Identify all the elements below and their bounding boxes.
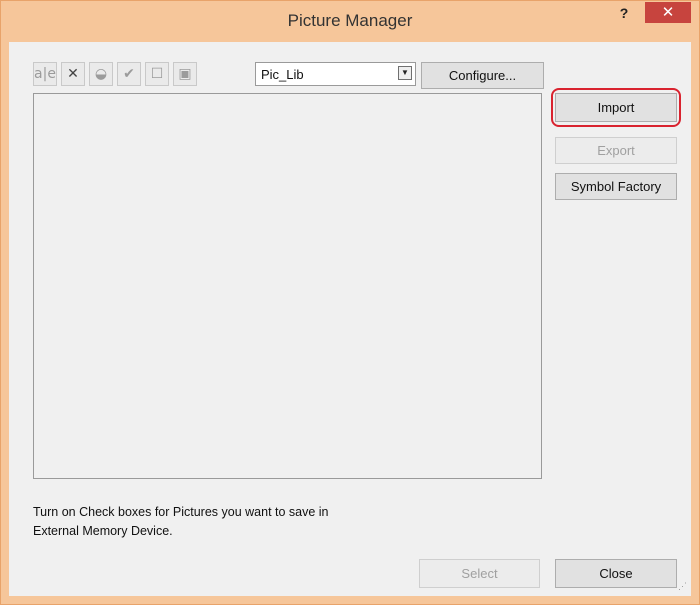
library-select[interactable]: Pic_Lib ▼ <box>255 62 416 86</box>
window-title: Picture Manager <box>287 11 413 30</box>
uncheck-icon[interactable]: ☐ <box>145 62 169 86</box>
resize-grip-icon[interactable]: ⋰ <box>678 581 687 592</box>
delete-icon[interactable]: ✕ <box>61 62 85 86</box>
check-icon[interactable]: ✔ <box>117 62 141 86</box>
title-bar[interactable]: Picture Manager ? ✕ <box>1 1 699 41</box>
close-button[interactable]: Close <box>555 559 677 588</box>
window-close-button[interactable]: ✕ <box>645 2 691 23</box>
info-text: Turn on Check boxes for Pictures you wan… <box>33 503 413 541</box>
chevron-down-icon[interactable]: ▼ <box>398 66 412 80</box>
properties-icon[interactable]: ▣ <box>173 62 197 86</box>
info-line-1: Turn on Check boxes for Pictures you wan… <box>33 505 329 519</box>
import-highlight <box>551 88 681 127</box>
picture-list[interactable] <box>33 93 542 479</box>
configure-button[interactable]: Configure... <box>421 62 544 89</box>
rename-icon[interactable]: a|e <box>33 62 57 86</box>
dialog-client-area: a|e ✕ ◒ ✔ ☐ ▣ Pic_Lib ▼ Configure... Imp… <box>9 42 691 596</box>
export-button[interactable]: Export <box>555 137 677 164</box>
library-select-value: Pic_Lib <box>261 67 304 82</box>
info-line-2: External Memory Device. <box>33 524 173 538</box>
help-button[interactable]: ? <box>613 3 635 23</box>
picture-manager-window: Picture Manager ? ✕ a|e ✕ ◒ ✔ ☐ ▣ Pic_Li… <box>0 0 700 605</box>
select-button[interactable]: Select <box>419 559 540 588</box>
paint-icon[interactable]: ◒ <box>89 62 113 86</box>
symbol-factory-button[interactable]: Symbol Factory <box>555 173 677 200</box>
